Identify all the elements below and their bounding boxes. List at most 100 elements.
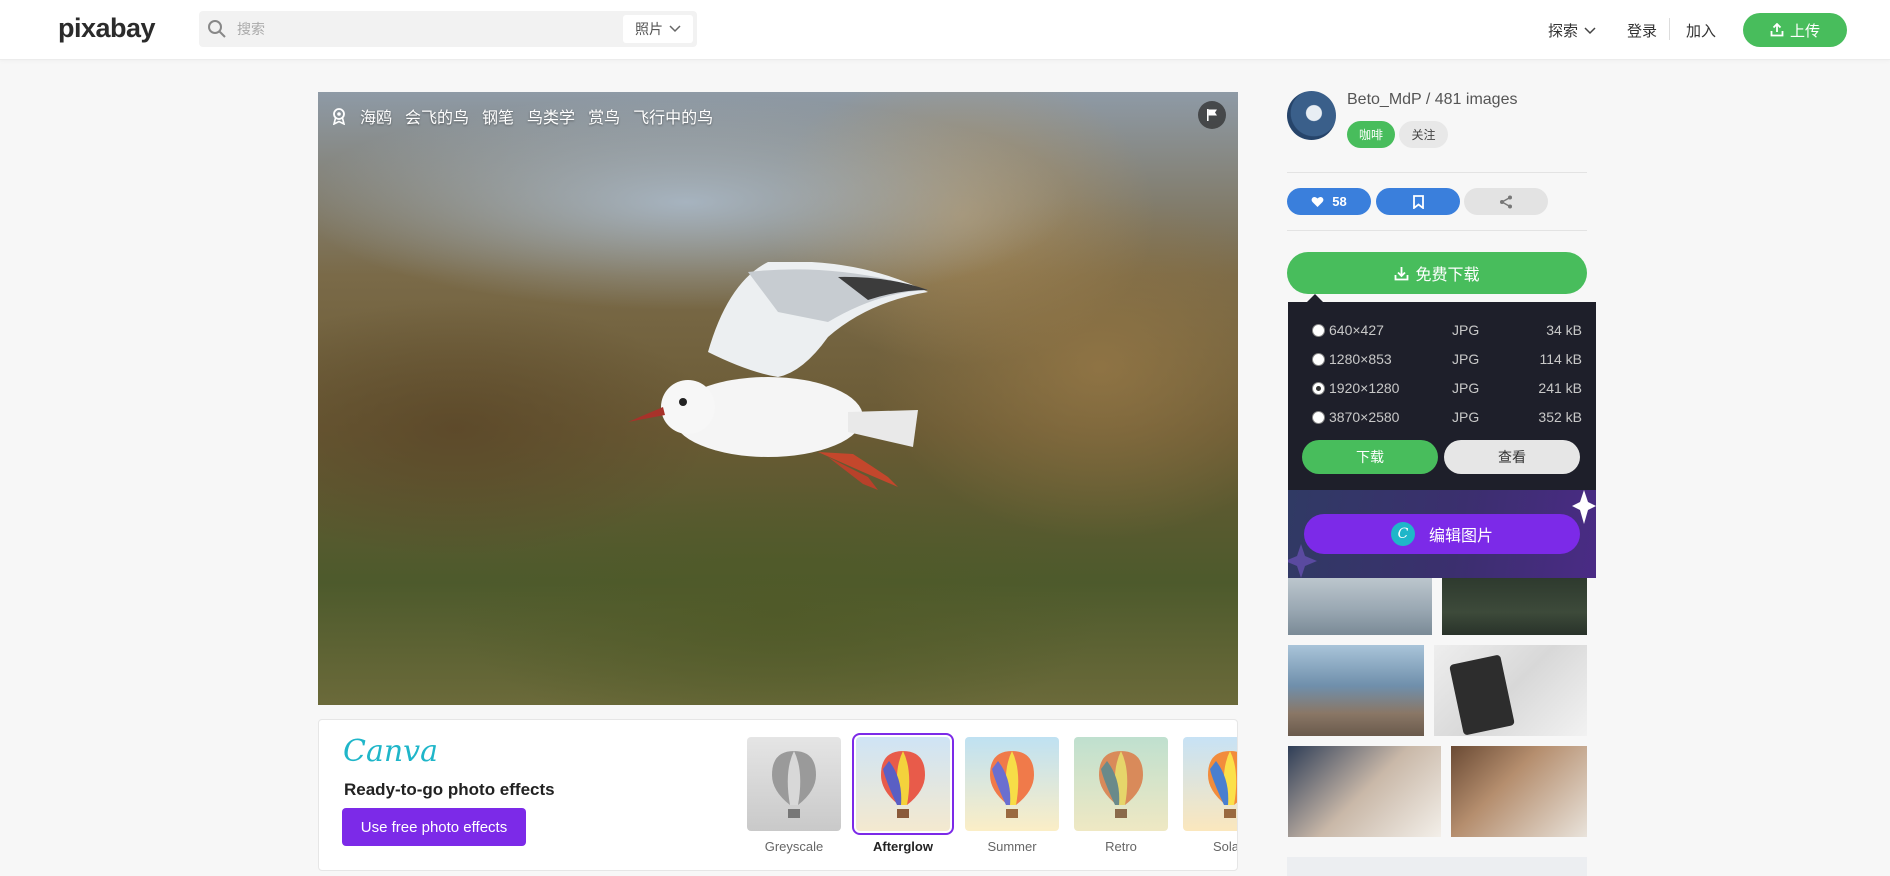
size-radio[interactable] <box>1312 411 1325 424</box>
login-link[interactable]: 登录 <box>1627 20 1657 41</box>
photo-tags: 海鸥 会飞的鸟 钢笔 鸟类学 赏鸟 飞行中的鸟 <box>331 104 713 128</box>
chevron-down-icon <box>669 25 681 33</box>
search-icon[interactable] <box>207 19 227 39</box>
effect-label: Sola <box>1213 839 1238 854</box>
download-option[interactable]: 1920×1280 JPG 241 kB <box>1312 378 1582 400</box>
edit-image-panel: C 编辑图片 <box>1288 490 1596 578</box>
tag-link[interactable]: 海鸥 <box>360 104 392 128</box>
join-link[interactable]: 加入 <box>1686 20 1716 41</box>
balloon-icon <box>1208 751 1237 818</box>
bookmark-button[interactable] <box>1376 188 1460 215</box>
tag-link[interactable]: 钢笔 <box>482 104 514 128</box>
effect-label: Retro <box>1105 839 1137 854</box>
option-dimensions: 3870×2580 <box>1329 409 1400 425</box>
option-dimensions: 1920×1280 <box>1329 380 1400 396</box>
effect-label: Afterglow <box>873 839 933 854</box>
buy-coffee-button[interactable]: 咖啡 <box>1347 121 1395 148</box>
size-radio-selected[interactable] <box>1312 382 1325 395</box>
effect-thumbnail <box>1074 737 1168 831</box>
download-option[interactable]: 3870×2580 JPG 352 kB <box>1312 407 1582 429</box>
main-photo[interactable]: 海鸥 会飞的鸟 钢笔 鸟类学 赏鸟 飞行中的鸟 <box>318 92 1238 705</box>
media-type-select[interactable]: 照片 <box>623 15 693 43</box>
option-size: 352 kB <box>1538 409 1582 425</box>
download-button[interactable]: 下载 <box>1302 440 1438 474</box>
upload-button[interactable]: 上传 <box>1743 13 1847 47</box>
seagull-illustration <box>628 262 928 490</box>
sidebar-divider <box>1287 172 1587 173</box>
sidebar-bottom-strip <box>1287 857 1587 876</box>
edit-image-button[interactable]: C 编辑图片 <box>1304 514 1580 554</box>
view-button[interactable]: 查看 <box>1444 440 1580 474</box>
tag-link[interactable]: 赏鸟 <box>588 104 620 128</box>
report-button[interactable] <box>1198 101 1226 129</box>
effect-label: Greyscale <box>764 839 824 854</box>
tag-link[interactable]: 飞行中的鸟 <box>633 104 713 128</box>
calculator-shape <box>1449 654 1515 736</box>
tag-link[interactable]: 会飞的鸟 <box>405 104 469 128</box>
nav-divider <box>1669 18 1670 40</box>
download-option[interactable]: 1280×853 JPG 114 kB <box>1312 349 1582 371</box>
follow-button[interactable]: 关注 <box>1399 121 1448 148</box>
dropdown-caret <box>1307 294 1323 302</box>
search-bar: 照片 <box>199 11 697 47</box>
option-dimensions: 640×427 <box>1329 322 1384 338</box>
option-dimensions: 1280×853 <box>1329 351 1392 367</box>
related-image[interactable] <box>1288 746 1441 837</box>
sidebar-divider <box>1287 230 1587 231</box>
pixabay-logo[interactable]: pixabay <box>58 13 156 44</box>
use-photo-effects-button[interactable]: Use free photo effects <box>342 808 526 846</box>
option-format: JPG <box>1452 409 1480 425</box>
effect-retro[interactable]: Retro <box>1074 737 1168 854</box>
like-count: 58 <box>1332 194 1347 209</box>
effect-summer[interactable]: Summer <box>965 737 1059 854</box>
option-size: 114 kB <box>1539 351 1582 367</box>
option-format: JPG <box>1452 322 1480 338</box>
effect-thumbnail <box>852 733 954 835</box>
download-icon <box>1395 266 1409 280</box>
top-header: pixabay 照片 探索 登录 加入 上传 <box>0 0 1890 60</box>
option-format: JPG <box>1452 380 1480 396</box>
upload-label: 上传 <box>1789 22 1820 40</box>
explore-menu[interactable]: 探索 <box>1548 20 1596 41</box>
effect-afterglow[interactable]: Afterglow <box>852 733 954 854</box>
effect-thumbnail <box>747 737 841 831</box>
download-option[interactable]: 640×427 JPG 34 kB <box>1312 320 1582 342</box>
free-download-button[interactable]: 免费下载 <box>1287 252 1587 294</box>
tag-link[interactable]: 鸟类学 <box>527 104 575 128</box>
effect-solar[interactable]: Sola <box>1183 737 1238 854</box>
size-radio[interactable] <box>1312 324 1325 337</box>
option-size: 241 kB <box>1538 380 1582 396</box>
related-image[interactable] <box>1451 746 1587 837</box>
upload-icon <box>1770 23 1784 37</box>
heart-icon <box>1311 196 1324 207</box>
balloon-icon <box>881 751 925 818</box>
free-download-label: 免费下载 <box>1415 267 1480 284</box>
flag-icon <box>1207 109 1217 121</box>
share-icon <box>1500 195 1512 208</box>
media-type-label: 照片 <box>635 21 663 37</box>
related-image[interactable] <box>1288 578 1432 635</box>
chevron-down-icon <box>1584 26 1596 34</box>
effect-thumbnail <box>1183 737 1237 831</box>
effect-greyscale[interactable]: Greyscale <box>747 737 841 854</box>
option-format: JPG <box>1452 351 1480 367</box>
canva-c-icon: C <box>1390 522 1415 546</box>
effect-label: Summer <box>987 839 1037 854</box>
share-button[interactable] <box>1464 188 1548 215</box>
size-radio[interactable] <box>1312 353 1325 366</box>
author-avatar[interactable] <box>1287 91 1336 140</box>
explore-label: 探索 <box>1548 23 1579 40</box>
canva-logo: Canva <box>343 734 438 769</box>
option-size: 34 kB <box>1546 322 1582 338</box>
search-input[interactable] <box>235 20 599 38</box>
like-button[interactable]: 58 <box>1287 188 1371 215</box>
author-name[interactable]: Beto_MdP / 481 images <box>1347 91 1517 109</box>
related-image[interactable] <box>1434 645 1587 736</box>
award-icon <box>332 108 346 125</box>
balloon-icon <box>1099 751 1143 818</box>
canva-title: Ready-to-go photo effects <box>344 780 555 799</box>
bookmark-icon <box>1412 194 1424 209</box>
related-image[interactable] <box>1442 578 1587 635</box>
balloon-icon <box>990 751 1034 818</box>
related-image[interactable] <box>1288 645 1424 736</box>
